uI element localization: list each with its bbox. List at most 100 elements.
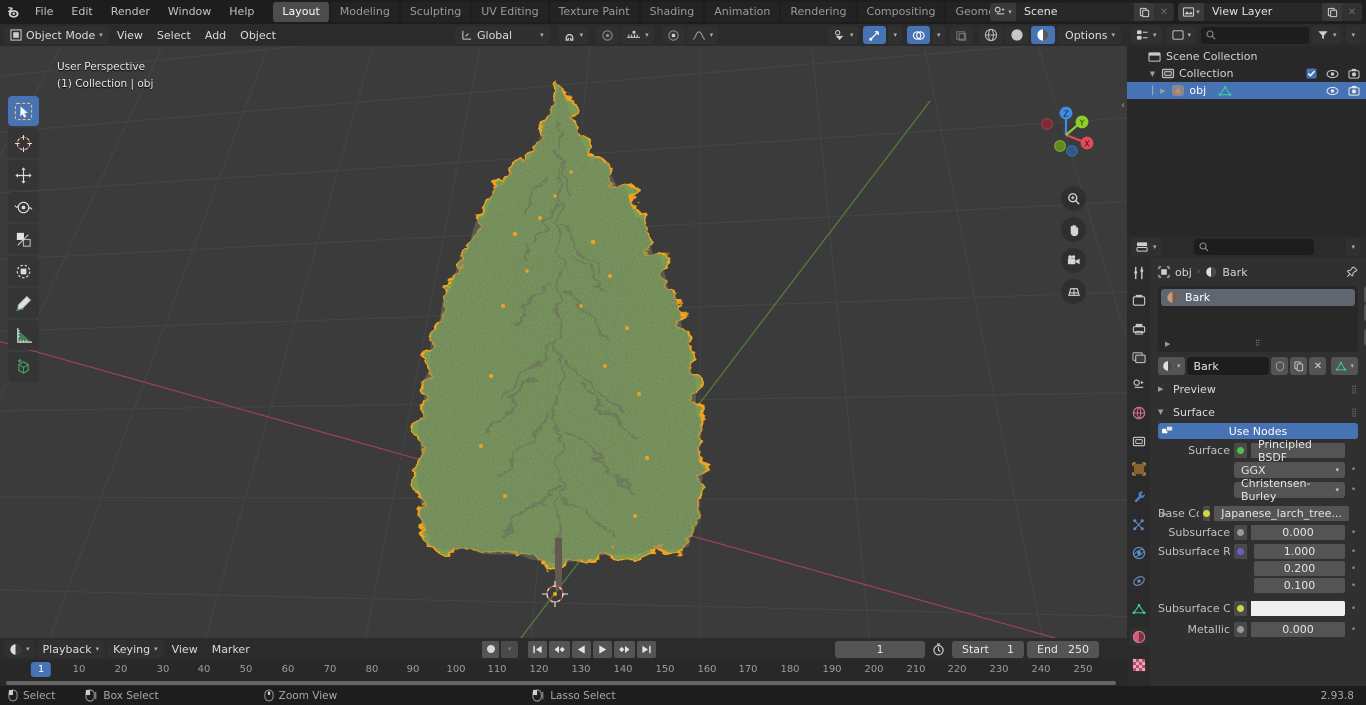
subsurface-radius-y[interactable]: 0.200: [1254, 561, 1345, 576]
timeline-ruler[interactable]: 10 20 30 40 50 60 70 80 90 100 110 120 1…: [0, 660, 1127, 680]
eye-icon[interactable]: [1326, 69, 1339, 79]
workspace-tab-texture-paint[interactable]: Texture Paint: [549, 2, 639, 22]
animate-dot-icon[interactable]: •: [1349, 604, 1358, 614]
new-view-layer-button[interactable]: [1322, 3, 1342, 21]
subsurface-color-swatch[interactable]: [1251, 601, 1345, 616]
base-color-value[interactable]: Japanese_larch_tree...: [1214, 506, 1349, 521]
gizmo-options-dropdown[interactable]: ▾: [888, 26, 902, 44]
navigation-gizmo[interactable]: Z Y X: [1032, 101, 1100, 169]
animate-dot-icon[interactable]: •: [1349, 581, 1358, 591]
workspace-tab-layout[interactable]: Layout: [273, 2, 329, 22]
shading-solid-button[interactable]: [1005, 26, 1030, 44]
outliner-display-mode-dropdown[interactable]: ▾: [1166, 26, 1197, 44]
material-tab-icon[interactable]: [1128, 628, 1149, 646]
move-tool[interactable]: [8, 160, 39, 190]
outliner-search-input[interactable]: [1201, 26, 1309, 44]
start-frame-field[interactable]: Start 1: [952, 640, 1024, 658]
subsurface-method-dropdown[interactable]: Christensen-Burley ▾: [1234, 477, 1345, 503]
interaction-mode-dropdown[interactable]: Object Mode ▾: [4, 26, 109, 44]
viewport-3d-canvas[interactable]: User Perspective (1) Collection | obj Z …: [0, 46, 1127, 638]
camera-icon[interactable]: [1348, 85, 1360, 96]
workspace-tab-uv-editing[interactable]: UV Editing: [472, 2, 548, 22]
view-layer-name[interactable]: View Layer: [1204, 3, 1322, 21]
view-layer-icon[interactable]: ▾: [1178, 3, 1204, 21]
subsurface-value[interactable]: 0.000: [1251, 525, 1345, 540]
preview-panel-header[interactable]: ▶ Preview ⣿: [1150, 380, 1366, 398]
proportional-falloff-toggle[interactable]: [661, 26, 685, 44]
texture-tab-icon[interactable]: [1129, 656, 1149, 674]
scene-tab-icon[interactable]: [1129, 376, 1149, 394]
menu-edit[interactable]: Edit: [62, 0, 101, 24]
scale-tool[interactable]: [8, 224, 39, 254]
play-reverse-icon[interactable]: [572, 640, 591, 658]
material-name-field[interactable]: Bark: [1186, 357, 1270, 375]
camera-icon[interactable]: [1061, 248, 1086, 273]
record-options-dropdown[interactable]: ▾: [501, 640, 518, 658]
collapse-arrow-icon[interactable]: ▼: [1146, 70, 1159, 78]
record-icon[interactable]: [482, 640, 499, 658]
subsurface-radius-x[interactable]: 1.000: [1254, 544, 1345, 559]
render-tab-icon[interactable]: [1129, 292, 1149, 310]
shading-material-preview-button[interactable]: [1031, 26, 1056, 44]
workspace-tab-rendering[interactable]: Rendering: [781, 2, 856, 22]
metallic-value[interactable]: 0.000: [1251, 622, 1345, 637]
browse-material-button[interactable]: ▾: [1158, 357, 1185, 375]
object-tab-icon[interactable]: [1129, 460, 1149, 478]
physics-tab-icon[interactable]: [1129, 544, 1149, 562]
snap-magnet-toggle[interactable]: ▾: [557, 26, 589, 44]
timeline-menu-playback[interactable]: Playback ▾: [36, 640, 106, 658]
play-icon[interactable]: [593, 640, 612, 658]
outliner-editor-type-icon[interactable]: ▾: [1131, 26, 1162, 44]
cursor-tool[interactable]: [8, 128, 39, 158]
duplicate-material-icon[interactable]: [1290, 357, 1308, 375]
falloff-curve-dropdown[interactable]: ▾: [686, 26, 719, 44]
workspace-tab-shading[interactable]: Shading: [640, 2, 704, 22]
workspace-tab-modeling[interactable]: Modeling: [330, 2, 399, 22]
slot-grip-handle[interactable]: ⠿: [1255, 339, 1262, 348]
options-dropdown[interactable]: Options ▾: [1059, 26, 1121, 44]
show-gizmo-toggle[interactable]: [863, 26, 887, 44]
properties-search-input[interactable]: [1193, 238, 1314, 255]
next-keyframe-icon[interactable]: [614, 640, 635, 658]
viewport-menu-select[interactable]: Select: [151, 26, 197, 44]
measure-tool[interactable]: [8, 320, 39, 350]
unlink-scene-button[interactable]: ✕: [1154, 3, 1174, 21]
scene-icon[interactable]: ▾: [990, 3, 1016, 21]
timeline-menu-keying[interactable]: Keying ▾: [107, 640, 164, 658]
transform-orientation-dropdown[interactable]: Global ▾: [455, 26, 550, 44]
tweak-select-tool[interactable]: [8, 96, 39, 126]
menu-file[interactable]: File: [26, 0, 62, 24]
outliner-row-obj[interactable]: | ▶ obj: [1127, 82, 1366, 99]
material-slot-bark[interactable]: Bark: [1161, 289, 1355, 306]
checkbox-icon[interactable]: [1306, 68, 1317, 79]
properties-editor-type-icon[interactable]: ▾: [1131, 237, 1162, 256]
world-tab-icon[interactable]: [1129, 404, 1149, 422]
xray-toggle[interactable]: [950, 26, 974, 44]
ortho-persp-icon[interactable]: [1061, 279, 1086, 304]
slot-expand-arrow-icon[interactable]: ▶: [1165, 340, 1170, 348]
fake-user-shield-icon[interactable]: [1271, 357, 1289, 375]
animate-dot-icon[interactable]: •: [1349, 465, 1358, 475]
viewport-visibility-dropdown[interactable]: ▾: [827, 26, 859, 44]
workspace-tab-compositing[interactable]: Compositing: [857, 2, 945, 22]
collection-tab-icon[interactable]: [1129, 432, 1149, 450]
prev-keyframe-icon[interactable]: [549, 640, 570, 658]
workspace-tab-sculpting[interactable]: Sculpting: [400, 2, 471, 22]
outliner-row-scene-collection[interactable]: Scene Collection: [1127, 48, 1366, 65]
camera-icon[interactable]: [1348, 68, 1360, 79]
unlink-material-icon[interactable]: ✕: [1309, 357, 1327, 375]
add-cube-tool[interactable]: [8, 352, 39, 382]
animate-dot-icon[interactable]: •: [1349, 528, 1358, 538]
timeline-menu-marker[interactable]: Marker: [206, 640, 256, 658]
viewport-menu-object[interactable]: Object: [234, 26, 282, 44]
playhead[interactable]: 1: [30, 662, 52, 677]
viewport-menu-add[interactable]: Add: [199, 26, 232, 44]
use-nodes-button[interactable]: Use Nodes: [1158, 423, 1358, 439]
transform-tool[interactable]: [8, 256, 39, 286]
menu-help[interactable]: Help: [220, 0, 263, 24]
jump-start-icon[interactable]: [528, 640, 547, 658]
pin-icon[interactable]: [1346, 266, 1358, 278]
eye-icon[interactable]: [1326, 86, 1339, 96]
object-data-tab-icon[interactable]: [1129, 600, 1149, 618]
material-slot-list[interactable]: Bark ▶ ⠿ + − ▾: [1158, 286, 1366, 352]
